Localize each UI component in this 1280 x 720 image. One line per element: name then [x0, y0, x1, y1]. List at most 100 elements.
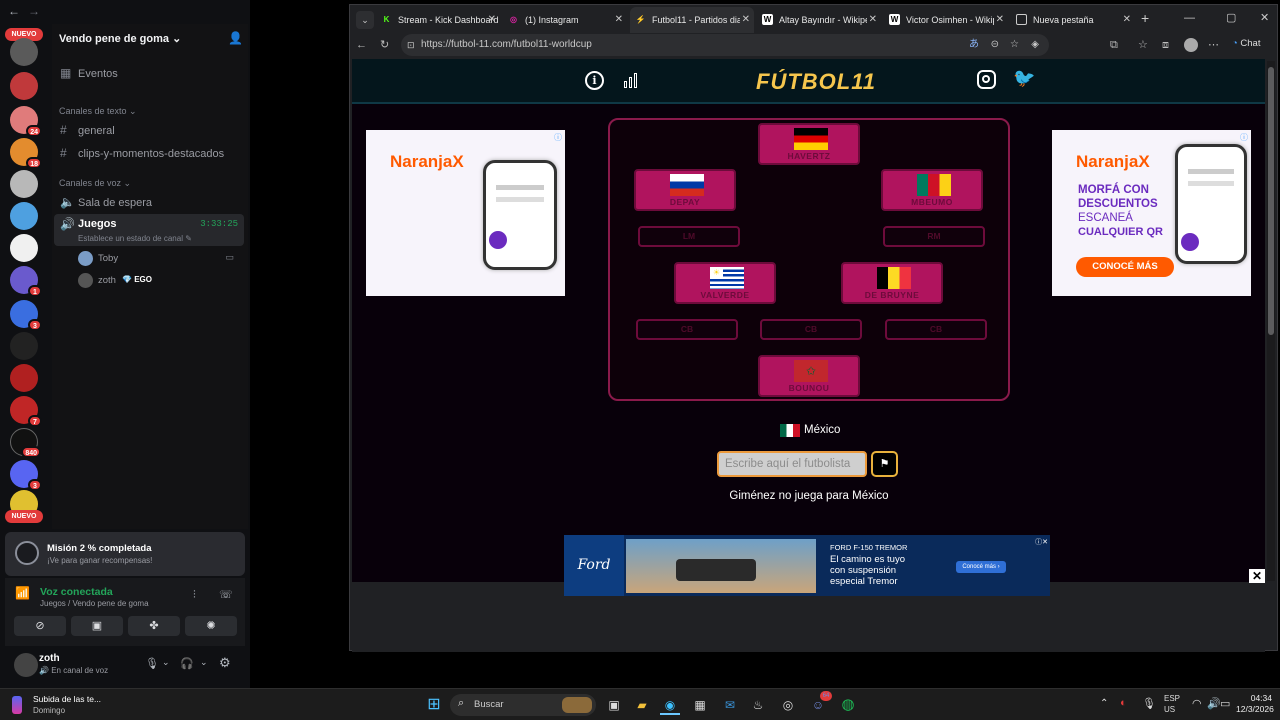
avatar[interactable] — [14, 653, 38, 677]
file-explorer-icon[interactable]: ▰ — [632, 695, 652, 715]
app-icon[interactable]: ◎ — [778, 695, 798, 715]
maximize-button[interactable]: ▢ — [1226, 11, 1236, 24]
server-icon[interactable]: 3 — [10, 300, 42, 331]
server-icon[interactable]: 3 — [10, 460, 42, 491]
new-tab-button[interactable]: + — [1141, 10, 1149, 26]
disconnect-icon[interactable]: ☏ — [219, 588, 233, 601]
reload-button[interactable]: ↻ — [380, 35, 389, 55]
chevron-down-icon[interactable]: ⌄ — [162, 657, 170, 668]
position-slot-cb[interactable]: CB — [760, 319, 862, 340]
headphones-icon[interactable]: 🎧 — [180, 657, 194, 670]
microphone-icon[interactable]: 🎙 — [145, 657, 159, 670]
server-icon[interactable] — [10, 234, 38, 262]
flag-button[interactable]: ⚑ — [871, 451, 898, 477]
gear-icon[interactable]: ⚙ — [219, 655, 231, 671]
position-slot-cb[interactable]: CB — [885, 319, 987, 340]
server-icon[interactable] — [10, 202, 38, 230]
tray-app-icon[interactable]: ◐ — [1120, 697, 1127, 709]
close-window-button[interactable]: ✕ — [1260, 11, 1269, 24]
server-name[interactable]: Vendo pene de goma ⌄ — [59, 32, 181, 45]
instagram-icon[interactable] — [977, 70, 996, 89]
profile-avatar[interactable] — [1184, 38, 1198, 52]
ad-choices-icon[interactable]: ⓘ✕ — [1035, 537, 1048, 547]
close-icon[interactable]: ✕ — [739, 7, 750, 33]
volume-icon[interactable]: 🔊 — [1207, 697, 1221, 710]
position-slot-lm[interactable]: LM — [638, 226, 740, 247]
server-icon[interactable] — [10, 72, 38, 100]
spotify-icon[interactable]: ◍ — [838, 695, 858, 715]
player-card[interactable]: DEPAY — [634, 169, 736, 211]
text-category[interactable]: Canales de texto ⌄ — [59, 106, 137, 117]
server-icon[interactable]: 18 — [10, 138, 42, 169]
media-title[interactable]: Subida de las te... — [33, 694, 101, 704]
ad-cta-button[interactable]: CONOCÉ MÁS — [1076, 257, 1174, 277]
channel-general[interactable]: # general — [52, 120, 242, 140]
server-icon[interactable] — [10, 170, 38, 198]
scrollbar-thumb[interactable] — [1268, 67, 1274, 335]
store-icon[interactable]: ▦ — [690, 695, 710, 715]
address-bar[interactable]: ⊡ https://futbol-11.com/futbol11-worldcu… — [401, 34, 1049, 56]
clock[interactable]: 04:34 12/3/2026 — [1236, 693, 1274, 715]
copilot-chat-button[interactable]: ◔ Chat — [1232, 38, 1260, 49]
steam-icon[interactable]: ♨ — [748, 695, 768, 715]
voice-member[interactable]: Toby ▭ — [78, 250, 238, 268]
server-icon[interactable] — [10, 38, 38, 66]
channel-status[interactable]: Establece un estado de canal ✎ — [78, 234, 192, 243]
player-card[interactable]: ✩ BOUNOU — [758, 355, 860, 397]
tab-kick[interactable]: K Stream - Kick Dashboard ✕ — [376, 7, 500, 33]
ford-banner-ad[interactable]: Ford FORD F-150 TREMOR El camino es tuyo… — [564, 535, 1050, 596]
more-menu-icon[interactable]: ⋯ — [1208, 35, 1219, 55]
ad-choices-icon[interactable]: ⓘ — [1240, 132, 1248, 143]
channel-games[interactable]: 🔊 Juegos 3:33:25 Establece un estado de … — [54, 214, 244, 246]
microphone-icon[interactable]: 🎙 — [1142, 697, 1156, 710]
extensions-icon[interactable]: ⧉ — [1110, 35, 1118, 55]
tab-new[interactable]: Nueva pestaña ✕ — [1011, 7, 1135, 33]
add-member-icon[interactable]: 👤 — [228, 31, 243, 45]
info-icon[interactable]: i — [585, 71, 604, 90]
site-info-icon[interactable]: ⊡ — [407, 34, 415, 56]
camera-off-button[interactable]: ⊘ — [14, 616, 66, 636]
collections-icon[interactable]: ⧈ — [1162, 35, 1169, 55]
close-icon[interactable]: ✕ — [488, 7, 496, 33]
server-icon[interactable]: 1 — [10, 266, 42, 297]
minimize-button[interactable]: — — [1184, 12, 1195, 24]
translate-icon[interactable]: あ — [969, 34, 979, 56]
reader-icon[interactable]: ⊝ — [991, 34, 999, 56]
mail-icon[interactable]: ✉ — [720, 695, 740, 715]
stats-icon[interactable] — [623, 71, 641, 89]
scrollbar[interactable] — [1267, 61, 1275, 581]
mission-card[interactable]: Misión 2 % completada ¡Ve para ganar rec… — [5, 532, 245, 576]
star-icon[interactable]: ☆ — [1010, 34, 1019, 56]
server-icon[interactable]: 24 — [10, 106, 42, 137]
position-slot-rm[interactable]: RM — [883, 226, 985, 247]
search-box[interactable]: ⌕ Buscar — [450, 694, 596, 716]
close-ad-button[interactable]: ✕ — [1249, 569, 1265, 583]
close-icon[interactable]: ✕ — [1123, 7, 1131, 33]
player-card[interactable]: DE BRUYNE — [841, 262, 943, 304]
soundboard-icon[interactable]: ⫶ — [193, 589, 196, 602]
server-icon[interactable]: 840 — [10, 428, 41, 458]
server-icon[interactable] — [10, 364, 38, 392]
tab-wikipedia-altay[interactable]: W Altay Bayındır - Wikipedi ✕ — [757, 7, 881, 33]
server-icon[interactable] — [10, 332, 38, 360]
voice-location[interactable]: Juegos / Vendo pene de goma — [40, 599, 149, 608]
language-indicator[interactable]: ESP US — [1164, 693, 1180, 715]
voice-category[interactable]: Canales de voz ⌄ — [59, 178, 131, 189]
tab-instagram[interactable]: ◎ (1) Instagram ✕ — [503, 7, 627, 33]
server-icon[interactable]: 7 — [10, 396, 42, 427]
tab-actions-menu[interactable]: ⌄ — [356, 11, 374, 29]
position-slot-cb[interactable]: CB — [636, 319, 738, 340]
site-logo[interactable]: FÚTBOL11 — [756, 69, 876, 95]
twitter-icon[interactable]: 🐦 — [1013, 68, 1035, 89]
ad-cta-button[interactable]: Conocé más › — [956, 561, 1006, 573]
screen-share-button[interactable]: ▣ — [71, 616, 123, 636]
edge-icon[interactable]: ◉ — [660, 695, 680, 715]
events-item[interactable]: ▦ Eventos — [52, 63, 242, 83]
extension-icon[interactable]: ◈ — [1031, 34, 1039, 56]
chevron-up-icon[interactable]: ⌃ — [1100, 698, 1108, 709]
tab-futbol11[interactable]: ⚡ Futbol11 - Partidos diari ✕ — [630, 7, 754, 33]
naranjax-ad-right[interactable]: NaranjaX MORFÁ CON DESCUENTOS ESCANEÁ CU… — [1052, 130, 1251, 296]
player-card[interactable]: HAVERTZ — [758, 123, 860, 165]
activities-button[interactable]: ✤ — [128, 616, 180, 636]
channel-waiting-room[interactable]: 🔈 Sala de espera — [52, 192, 242, 212]
